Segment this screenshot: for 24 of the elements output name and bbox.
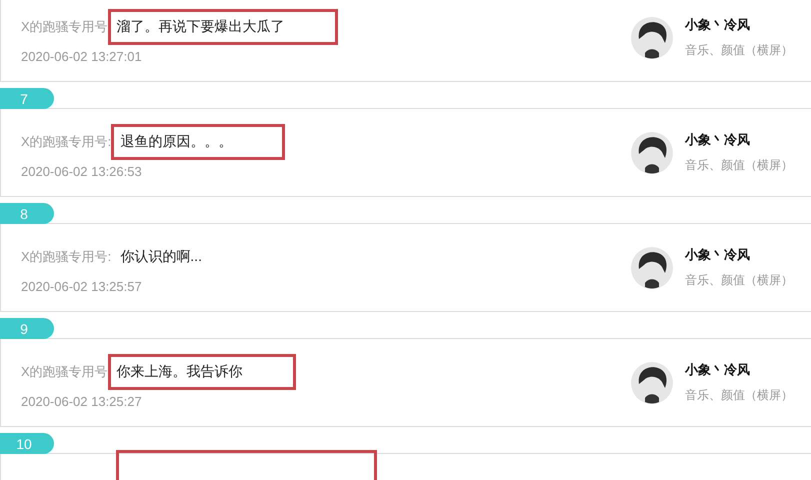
author-name: 小象丶冷风 [685, 16, 751, 34]
comment-time: 2020-06-02 13:25:27 [21, 394, 143, 408]
comment-text: 溜了。再说下要爆出大瓜了 [108, 8, 338, 44]
author-tags: 音乐、颜值（横屏） [685, 42, 793, 59]
author-name: 小象丶冷风 [685, 131, 751, 149]
author-name: 小象丶冷风 [685, 361, 751, 379]
sender-name: X的跑骚专用号 [21, 362, 108, 380]
author-tags: 音乐、颜值（横屏） [685, 157, 793, 174]
sender-name: X的跑骚专用号: [21, 132, 112, 150]
comment-time: 2020-06-02 13:26:53 [21, 164, 143, 178]
author-name: 小象丶冷风 [685, 246, 751, 264]
comment-text: 你来上海。我告诉你 [108, 354, 296, 390]
avatar-icon [631, 246, 673, 288]
author-tags: 音乐、颜值（横屏） [685, 272, 793, 289]
comment-time: 2020-06-02 13:27:01 [21, 48, 143, 64]
comment-text: 你认识的啊... [119, 246, 203, 266]
comment-time: 2020-06-02 13:25:57 [21, 278, 143, 294]
sender-name: X的跑骚专用号 [21, 18, 108, 36]
avatar-icon [631, 132, 673, 174]
author-tags: 音乐、颜值（横屏） [685, 387, 793, 404]
avatar-icon [631, 16, 673, 58]
avatar-icon [631, 362, 673, 404]
comment-text: 退鱼的原因。。。 [111, 124, 286, 160]
sender-name: X的跑骚专用号: [21, 248, 112, 266]
